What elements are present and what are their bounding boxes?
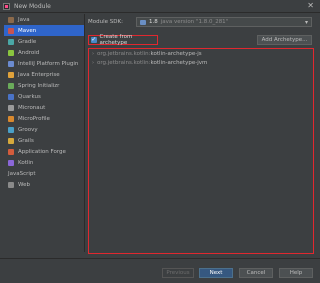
app-icon	[3, 2, 10, 10]
help-button[interactable]: Help	[279, 268, 313, 278]
previous-button[interactable]: Previous	[162, 268, 194, 278]
chevron-right-icon[interactable]: ›	[92, 51, 94, 57]
chevron-down-icon: ▾	[304, 19, 308, 26]
checkbox-checked-icon: ✓	[91, 36, 97, 43]
checkbox-label: Create from archetype	[99, 34, 133, 46]
sidebar-item-label: Groovy	[18, 126, 38, 133]
sdk-label: Module SDK:	[88, 19, 123, 25]
grails-icon	[8, 137, 14, 144]
kotlin-icon	[8, 159, 14, 166]
android-icon	[8, 49, 14, 56]
sidebar-item-label: Quarkus	[18, 93, 41, 100]
sidebar-item-gradle[interactable]: Gradle	[4, 36, 84, 47]
sidebar-item-micronaut[interactable]: Micronaut	[4, 102, 84, 113]
jdk-folder-icon	[140, 19, 146, 25]
microprofile-icon	[8, 115, 14, 122]
sidebar-item-application-forge[interactable]: Application Forge	[4, 146, 84, 157]
plugin-icon	[8, 60, 14, 67]
create-from-archetype-checkbox[interactable]: ✓ Create from archetype	[88, 34, 158, 46]
quarkus-icon	[8, 93, 14, 100]
sidebar-item-web[interactable]: Web	[4, 179, 84, 190]
archetype-artifact: kotlin-archetype-jvm	[150, 59, 208, 66]
sidebar-item-microprofile[interactable]: MicroProfile	[4, 113, 84, 124]
sdk-detail: java version "1.8.0_281"	[160, 19, 229, 25]
archetype-group: org.jetbrains.kotlin:	[97, 59, 151, 66]
chevron-right-icon[interactable]: ›	[92, 60, 94, 66]
sidebar-item-groovy[interactable]: Groovy	[4, 124, 84, 135]
maven-icon	[8, 27, 14, 34]
sidebar-item-javascript[interactable]: JavaScript	[4, 168, 84, 179]
sidebar-item-label: Grails	[18, 137, 34, 144]
title-bar: New Module ✕	[0, 0, 320, 13]
close-icon[interactable]: ✕	[307, 1, 314, 11]
next-button[interactable]: Next	[199, 268, 233, 278]
sidebar-item-label: Spring Initializr	[18, 82, 60, 89]
sidebar-item-intellij-platform-plugin[interactable]: IntelliJ Platform Plugin	[4, 58, 84, 69]
sdk-row: Module SDK:	[88, 17, 136, 27]
sdk-name: 1.8	[149, 19, 158, 25]
module-type-list: Java Maven Gradle Android IntelliJ Platform …	[4, 14, 84, 252]
gradle-icon	[8, 38, 14, 45]
sidebar-item-label: Web	[18, 181, 30, 188]
micronaut-icon	[8, 104, 14, 111]
archetype-row[interactable]: › org.jetbrains.kotlin: kotlin-archetype-j…	[89, 58, 313, 67]
sidebar-item-grails[interactable]: Grails	[4, 135, 84, 146]
sidebar-item-label: Maven	[18, 27, 37, 34]
groovy-icon	[8, 126, 14, 133]
archetype-artifact: kotlin-archetype-js	[150, 50, 202, 57]
sidebar-item-label: Kotlin	[18, 159, 34, 166]
sidebar-divider	[84, 14, 85, 252]
sidebar-item-label: Micronaut	[18, 104, 46, 111]
archetype-options-row: ✓ Create from archetype Add Archetype...	[88, 34, 316, 46]
java-folder-icon	[8, 16, 14, 23]
sidebar-item-label: Android	[18, 49, 40, 56]
add-archetype-button[interactable]: Add Archetype...	[257, 35, 312, 45]
sdk-dropdown[interactable]: 1.8 java version "1.8.0_281" ▾	[136, 17, 312, 27]
sidebar-item-label: IntelliJ Platform Plugin	[18, 60, 79, 67]
archetype-row[interactable]: › org.jetbrains.kotlin: kotlin-archetype-j…	[89, 49, 313, 58]
sidebar-item-label: MicroProfile	[18, 115, 50, 122]
window-title: New Module	[14, 2, 51, 10]
sidebar-item-java[interactable]: Java	[4, 14, 84, 25]
sidebar-item-label: JavaScript	[8, 170, 36, 177]
sidebar-item-maven[interactable]: Maven	[4, 25, 84, 36]
sidebar-item-kotlin[interactable]: Kotlin	[4, 157, 84, 168]
sidebar-item-label: Application Forge	[18, 148, 66, 155]
cancel-button[interactable]: Cancel	[239, 268, 273, 278]
enterprise-icon	[8, 71, 14, 78]
maven-settings-panel: Module SDK: 1.8 java version "1.8.0_281"…	[88, 14, 316, 254]
sidebar-item-quarkus[interactable]: Quarkus	[4, 91, 84, 102]
footer-divider	[0, 258, 320, 259]
web-icon	[8, 181, 14, 188]
archetype-group: org.jetbrains.kotlin:	[97, 50, 151, 57]
sidebar-item-spring-initializr[interactable]: Spring Initializr	[4, 80, 84, 91]
forge-icon	[8, 148, 14, 155]
archetype-list[interactable]: › org.jetbrains.kotlin: kotlin-archetype-j…	[88, 48, 314, 254]
spring-icon	[8, 82, 14, 89]
sidebar-item-label: Java Enterprise	[18, 71, 60, 78]
sidebar-item-android[interactable]: Android	[4, 47, 84, 58]
sidebar-item-label: Java	[18, 16, 30, 23]
sidebar-item-label: Gradle	[18, 38, 37, 45]
sidebar-item-java-enterprise[interactable]: Java Enterprise	[4, 69, 84, 80]
